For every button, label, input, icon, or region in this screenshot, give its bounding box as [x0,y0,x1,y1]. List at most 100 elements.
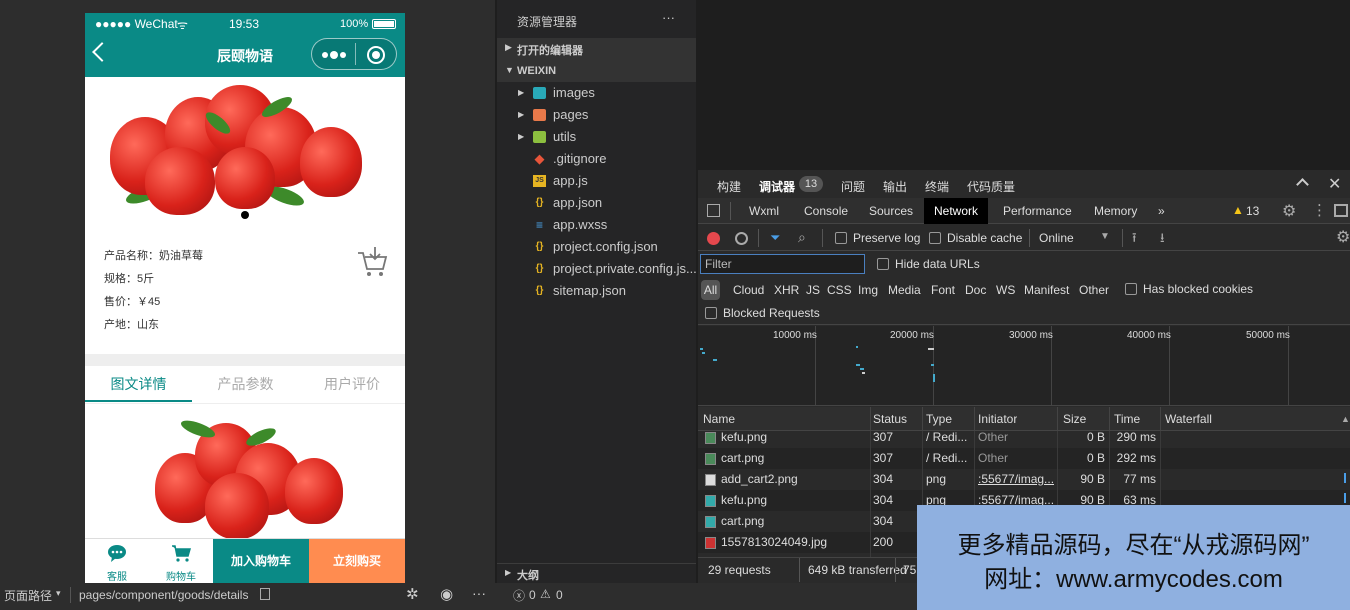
type-filter-img[interactable]: Img [858,283,878,297]
export-har-icon[interactable]: ⭳ [1160,229,1165,251]
more-dots-icon[interactable] [322,51,346,59]
tab-reviews[interactable]: 用户评价 [299,366,405,402]
preserve-log-checkbox[interactable] [835,232,847,244]
settings-gear-icon[interactable]: ⚙ [1282,201,1296,221]
tab-terminal[interactable]: 终端 [925,178,949,195]
tree-item-sitemap[interactable]: {} sitemap.json [497,280,696,302]
row-initiator-link[interactable]: :55677/imag... [978,469,1054,490]
type-filter-other[interactable]: Other [1079,283,1109,297]
tab-wxml[interactable]: Wxml [739,198,789,224]
error-icon[interactable]: ⓧ [513,587,525,604]
tree-item-pages[interactable]: ▶ pages [497,104,696,126]
type-filter-all[interactable]: All [701,280,720,300]
tree-item-utils[interactable]: ▶ utils [497,126,696,148]
image-file-icon [705,516,716,528]
tree-item-app-json[interactable]: {} app.json [497,192,696,214]
close-icon[interactable]: ✕ [1328,174,1341,194]
column-name[interactable]: Name [703,407,735,431]
add-to-cart-icon[interactable] [355,245,389,279]
tab-build[interactable]: 构建 [717,178,741,195]
more-icon[interactable]: ··· [472,585,486,601]
tab-console[interactable]: Console [794,198,858,224]
column-type[interactable]: Type [926,407,952,431]
cart-button[interactable]: 购物车 [149,539,213,583]
search-icon[interactable]: ⌕ [798,229,806,246]
type-filter-cloud[interactable]: Cloud [733,283,764,297]
tab-network[interactable]: Network [924,198,989,224]
tree-item-app-wxss[interactable]: ≡ app.wxss [497,214,696,236]
explorer-more-icon[interactable]: ··· [662,10,675,25]
copy-icon[interactable] [260,588,270,600]
root-folder-section[interactable]: ▼ WEIXIN [497,60,696,82]
type-filter-js[interactable]: JS [806,283,820,297]
bug-icon[interactable]: ✲ [406,585,419,603]
tree-item-gitignore[interactable]: ◆ .gitignore [497,148,696,170]
filter-input[interactable]: Filter [700,254,865,274]
tab-params[interactable]: 产品参数 [192,366,299,402]
dock-icon[interactable] [1334,204,1348,217]
collapse-icon[interactable] [1296,178,1309,191]
tree-item-app-js[interactable]: JS app.js [497,170,696,192]
scroll-up-icon[interactable]: ▲ [1341,407,1350,431]
tab-output[interactable]: 输出 [883,178,907,195]
network-settings-icon[interactable]: ⚙ [1336,227,1350,247]
table-row[interactable]: cart.png 307 / Redi... Other 0 B 292 ms [698,448,1350,469]
open-editors-section[interactable]: ▶ 打开的编辑器 [497,38,696,60]
buy-now-button[interactable]: 立刻购买 [309,539,405,583]
tab-sources[interactable]: Sources [859,198,923,224]
chevron-down-icon[interactable]: ▾ [56,588,61,599]
tree-item-images[interactable]: ▶ images [497,82,696,104]
filter-funnel-icon[interactable]: ⏷ [770,230,780,246]
column-status[interactable]: Status [873,407,907,431]
tree-item-project-private-config[interactable]: {} project.private.config.js... [497,258,697,280]
eye-icon[interactable]: ◉ [440,585,453,603]
chevron-down-icon[interactable]: ▼ [1100,231,1110,242]
cart-label: 购物车 [166,572,196,583]
has-blocked-cookies-checkbox[interactable] [1125,283,1137,295]
panel-splitter[interactable] [495,0,497,583]
more-tabs-icon[interactable]: » [1148,198,1175,224]
tab-debugger[interactable]: 调试器 [759,178,795,195]
column-time[interactable]: Time [1114,407,1140,431]
network-overview[interactable]: 10000 ms 20000 ms 30000 ms 40000 ms 5000… [698,326,1350,406]
type-filter-css[interactable]: CSS [827,283,852,297]
page-path-label[interactable]: 页面路径 [4,587,52,604]
tree-item-project-config[interactable]: {} project.config.json [497,236,696,258]
warning-count[interactable]: 13 [1246,204,1259,218]
clear-icon[interactable] [735,232,748,245]
service-button[interactable]: 客服 [85,539,149,583]
type-filter-doc[interactable]: Doc [965,283,986,297]
warning-icon[interactable]: ⚠ [540,587,551,601]
add-to-cart-button[interactable]: 加入购物车 [213,539,309,583]
tab-code-quality[interactable]: 代码质量 [967,178,1015,195]
tree-item-label: project.private.config.js... [553,261,697,276]
type-filter-media[interactable]: Media [888,283,921,297]
tab-issues[interactable]: 问题 [841,178,865,195]
column-size[interactable]: Size [1063,407,1086,431]
table-row[interactable]: kefu.png 307 / Redi... Other 0 B 290 ms [698,431,1350,448]
product-banner-image[interactable] [85,77,405,227]
tab-details[interactable]: 图文详情 [85,366,192,402]
import-har-icon[interactable]: ⭱ [1132,229,1137,251]
tab-memory[interactable]: Memory [1084,198,1147,224]
blocked-requests-checkbox[interactable] [705,307,717,319]
type-filter-manifest[interactable]: Manifest [1024,283,1069,297]
timeline-tick: 30000 ms [1009,330,1053,341]
throttle-select[interactable]: Online [1039,231,1074,245]
hide-data-urls-checkbox[interactable] [877,258,889,270]
tab-performance[interactable]: Performance [993,198,1082,224]
kebab-menu-icon[interactable]: ⋮ [1312,201,1327,219]
record-icon[interactable] [707,232,720,245]
carousel-dot[interactable] [241,211,249,219]
css-icon: ≡ [535,218,543,232]
close-miniprogram-icon[interactable] [367,46,385,64]
outline-section[interactable]: ▶ 大纲 [497,563,696,583]
type-filter-font[interactable]: Font [931,283,955,297]
column-waterfall[interactable]: Waterfall [1165,407,1212,431]
type-filter-ws[interactable]: WS [996,283,1015,297]
table-row[interactable]: add_cart2.png 304 png :55677/imag... 90 … [698,469,1350,490]
column-initiator[interactable]: Initiator [978,407,1017,431]
inspect-element-icon[interactable] [707,204,720,217]
disable-cache-checkbox[interactable] [929,232,941,244]
type-filter-xhr[interactable]: XHR [774,283,799,297]
